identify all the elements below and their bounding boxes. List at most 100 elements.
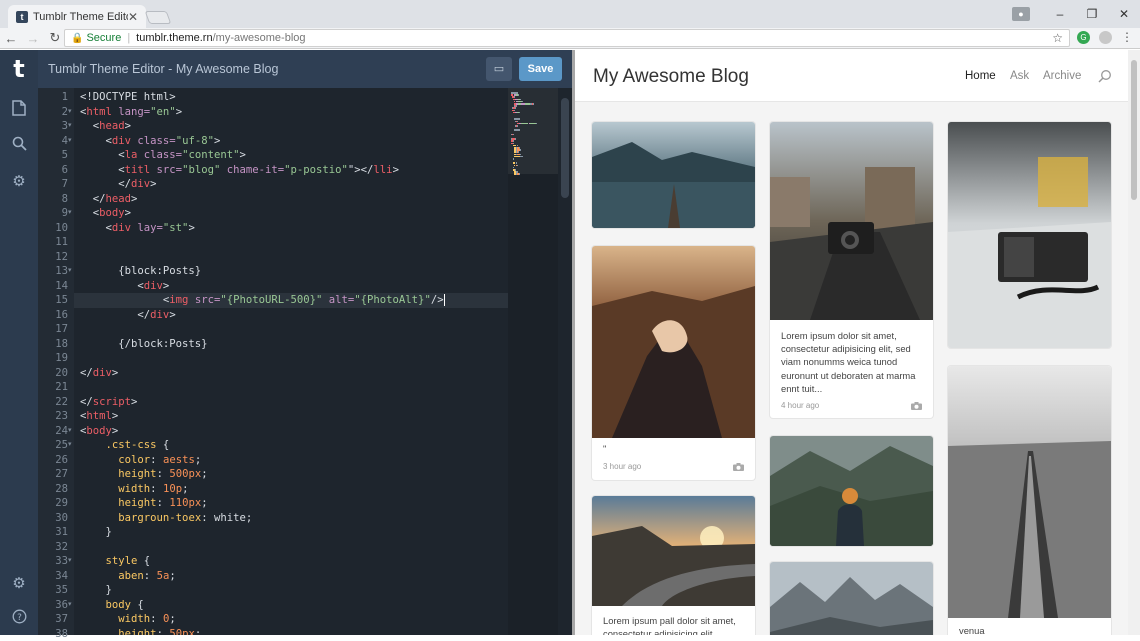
fold-arrow-icon[interactable]: ▾ [68,264,72,279]
nav-link-ask[interactable]: Ask [1010,70,1029,82]
code-line[interactable]: style { [74,554,508,569]
fold-arrow-icon[interactable]: ▾ [68,134,72,149]
blog-title[interactable]: My Awesome Blog [593,66,749,88]
save-button[interactable]: Save [519,57,562,81]
code-token: </ [80,193,106,205]
code-line[interactable]: </script> [74,395,508,410]
post-card[interactable]: Lorem ipsum dolor sit amet, consectetur … [770,122,933,418]
code-editor[interactable]: <!DOCTYPE html><html lang="en"> <head> <… [74,88,508,635]
tab-close-icon[interactable]: ✕ [128,10,138,24]
code-line[interactable]: } [74,583,508,598]
code-token: { [137,555,150,567]
code-line[interactable]: {block:Posts} [74,264,508,279]
fullscreen-button[interactable]: ▭ [486,57,512,81]
post-card[interactable] [948,122,1111,348]
post-card[interactable] [770,562,933,635]
settings-gear-icon[interactable]: ⚙ [9,574,29,594]
fold-arrow-icon[interactable]: ▾ [68,554,72,569]
post-card[interactable]: venua [948,366,1111,635]
code-line[interactable]: width: 10p; [74,482,508,497]
code-line[interactable]: </div> [74,366,508,381]
code-line[interactable]: <div> [74,279,508,294]
code-line[interactable]: </div> [74,177,508,192]
bookmark-star-icon[interactable]: ☆ [1052,31,1063,45]
code-line[interactable]: <!DOCTYPE html> [74,90,508,105]
post-card[interactable]: Lorem ipsum pall dolor sit amet, consect… [592,496,755,635]
code-line[interactable]: <body> [74,206,508,221]
gear-icon[interactable]: ⚙ [9,172,29,192]
code-line[interactable]: <la class="content"> [74,148,508,163]
fold-arrow-icon[interactable]: ▾ [68,119,72,134]
code-line[interactable]: bargroun-toex: white; [74,511,508,526]
camera-icon [911,402,922,410]
code-minimap[interactable] [508,88,558,635]
blog-search-icon[interactable] [1098,69,1112,83]
line-number: 19 [38,351,68,366]
nav-link-archive[interactable]: Archive [1043,70,1081,82]
code-line[interactable]: color: aests; [74,453,508,468]
code-line[interactable]: height: 500px; [74,467,508,482]
back-arrow-icon[interactable]: ← [0,31,22,46]
browser-tab[interactable]: t Tumblr Theme Editor ✕ [8,5,146,28]
fold-arrow-icon[interactable]: ▾ [68,424,72,439]
post-card[interactable]: " 3 hour ago [592,246,755,480]
code-line[interactable]: <body> [74,424,508,439]
code-token: } [80,584,112,596]
fold-arrow-icon[interactable]: ▾ [68,438,72,453]
close-window-button[interactable]: ✕ [1108,7,1140,21]
code-token: body [106,599,132,611]
editor-scrollbar-thumb[interactable] [561,98,569,198]
code-line[interactable]: height: 110px; [74,496,508,511]
code-line[interactable]: <div lay="st"> [74,221,508,236]
code-line[interactable]: body { [74,598,508,613]
nav-link-home[interactable]: Home [965,70,996,82]
fold-arrow-icon[interactable]: ▾ [68,206,72,221]
preview-scrollbar[interactable] [1128,50,1140,635]
line-number: 22 [38,395,68,410]
line-number: 35 [38,583,68,598]
browser-menu-icon[interactable]: ⋮ [1121,30,1133,44]
reload-icon[interactable]: ↻ [44,30,66,46]
code-line[interactable]: } [74,525,508,540]
help-icon[interactable]: ? [9,609,29,629]
code-line[interactable] [74,540,508,555]
extension-icon-2[interactable] [1099,31,1112,44]
extension-icon[interactable]: G [1077,31,1090,44]
editor-scrollbar[interactable] [558,88,572,635]
code-line[interactable]: <titl src="blog" chame-it="p-postio""></… [74,163,508,178]
code-line[interactable] [74,250,508,265]
code-line[interactable]: .cst-css { [74,438,508,453]
minimize-button[interactable]: – [1044,7,1076,21]
forward-arrow-icon[interactable]: → [22,31,44,46]
address-bar[interactable]: 🔒 Secure | tumblr.theme.rn /my-awesome-b… [64,29,1070,47]
fold-arrow-icon[interactable]: ▾ [68,105,72,120]
code-line[interactable]: <img src="{PhotoURL-500}" alt="{PhotoAlt… [74,293,508,308]
code-line[interactable] [74,235,508,250]
code-line[interactable]: <html lang="en"> [74,105,508,120]
lock-icon: 🔒 [71,33,83,44]
code-line[interactable]: </head> [74,192,508,207]
code-line[interactable]: <head> [74,119,508,134]
profile-icon[interactable]: ● [1012,7,1030,21]
new-tab-button[interactable] [145,11,172,24]
code-line[interactable]: height: 50px; [74,627,508,636]
search-icon[interactable] [9,136,29,156]
tumblr-logo[interactable]: t [0,50,38,88]
code-line[interactable] [74,351,508,366]
file-icon[interactable] [9,100,29,120]
maximize-button[interactable]: ❐ [1076,7,1108,21]
preview-scrollbar-thumb[interactable] [1131,60,1137,200]
code-token: lang= [118,106,150,118]
code-line[interactable]: </div> [74,308,508,323]
code-line[interactable]: {/block:Posts} [74,337,508,352]
code-line[interactable]: width: 0; [74,612,508,627]
post-card[interactable] [770,436,933,546]
code-line[interactable] [74,322,508,337]
code-line[interactable]: <div class="uf-8"> [74,134,508,149]
fold-arrow-icon[interactable]: ▾ [68,598,72,613]
post-card[interactable] [592,122,755,228]
post-photo-camera-street [770,122,933,320]
code-line[interactable] [74,380,508,395]
code-line[interactable]: aben: 5a; [74,569,508,584]
code-line[interactable]: <html> [74,409,508,424]
